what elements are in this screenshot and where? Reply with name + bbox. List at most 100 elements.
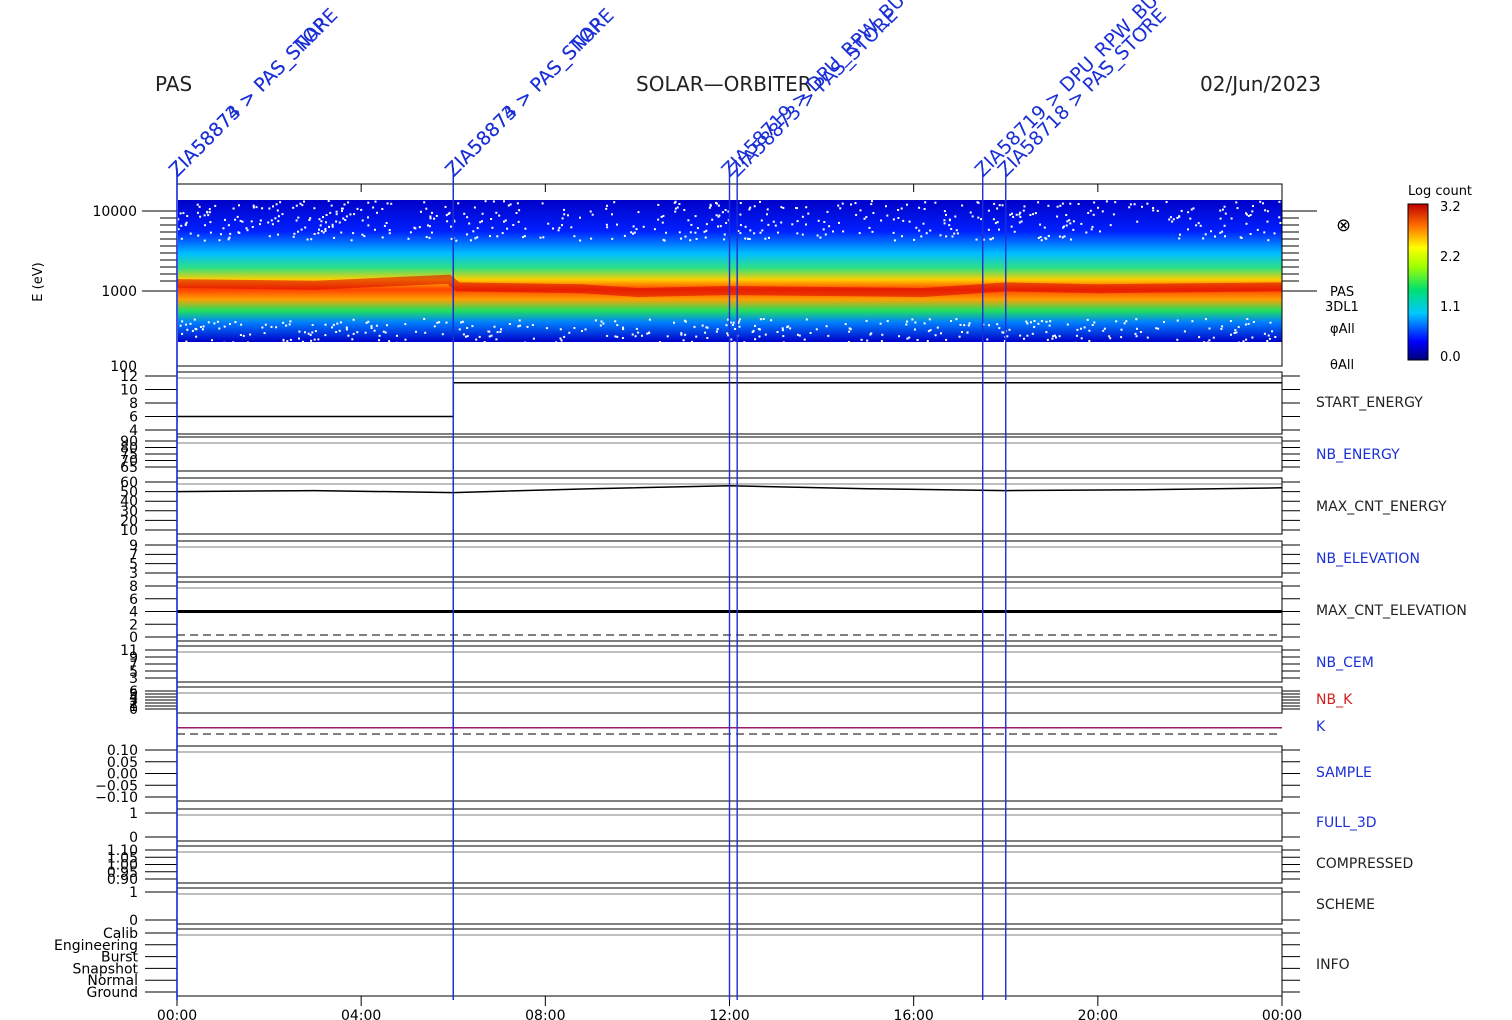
spectrogram-speck <box>1197 222 1200 225</box>
spectrogram-speck <box>817 219 820 222</box>
spectrogram-speck <box>180 237 183 240</box>
spectrogram-speck <box>1176 319 1179 322</box>
colorbar-tick-max: 3.2 <box>1440 200 1461 215</box>
spectrogram-speck <box>501 232 504 235</box>
spectrogram-speck <box>945 213 947 216</box>
spectrogram-speck <box>1034 212 1037 215</box>
spectrogram-speck <box>1037 237 1040 239</box>
spectrogram-speck <box>481 220 483 223</box>
spectrogram-speck <box>605 223 608 226</box>
spectrogram-speck <box>425 236 428 238</box>
spectrogram-speck <box>926 340 929 342</box>
spectrogram-speck <box>630 231 633 234</box>
side-label-phi: φAll <box>1330 322 1355 337</box>
spectrogram-speck <box>753 232 756 235</box>
spectrogram-speck <box>694 215 697 218</box>
spectrogram-speck <box>717 215 720 218</box>
spectrogram-speck <box>635 327 638 330</box>
spectrogram-speck <box>1252 205 1254 207</box>
spectrogram-speck <box>261 326 264 329</box>
spectrogram-speck <box>472 230 475 233</box>
spectrogram-speck <box>374 228 376 231</box>
spectrogram-speck <box>227 224 230 227</box>
spectrogram-speck <box>674 210 677 213</box>
spectrogram-speck <box>977 201 980 204</box>
spectrogram-speck <box>420 210 422 213</box>
spectrogram-speck <box>560 339 563 342</box>
spectrogram-speck <box>1156 209 1159 212</box>
spectrogram-speck <box>1266 220 1269 223</box>
spectrogram-speck <box>441 333 444 336</box>
spectrogram-speck <box>842 230 845 233</box>
spectrogram-speck <box>1165 201 1168 203</box>
event-label: ZIA58874 > PAS_SNAP <box>165 14 333 182</box>
event-markers: ZIA58873 > PAS_STOREZIA58874 > PAS_SNAP Z… <box>165 0 1189 1000</box>
spectrogram-speck <box>776 331 779 333</box>
spectrogram-speck <box>1221 325 1224 328</box>
spectrogram-speck <box>425 207 428 210</box>
spectrogram-speck <box>606 226 609 229</box>
spectrogram-speck <box>186 215 189 217</box>
spectrogram-speck <box>352 318 355 321</box>
spectrogram-speck <box>277 220 280 223</box>
spectrogram-speck <box>934 201 937 204</box>
spectrogram-speck <box>764 237 767 240</box>
spectrogram-speck <box>300 228 303 231</box>
spectrogram-speck <box>905 323 908 326</box>
spectrogram-speck <box>1090 228 1093 231</box>
spectrogram-speck <box>726 332 729 335</box>
spectrogram-speck <box>1267 239 1270 242</box>
spectrogram-speck <box>1019 334 1022 337</box>
mission-title: SOLAR—ORBITER <box>636 72 812 96</box>
spectrogram-speck <box>1037 322 1040 325</box>
spectrogram-speck <box>1102 329 1105 332</box>
spectrogram-speck <box>181 332 184 335</box>
spectrogram-speck <box>310 339 313 342</box>
spectrogram-speck <box>872 212 875 214</box>
spectrogram-speck <box>754 324 756 327</box>
spectrogram-speck <box>339 321 342 324</box>
spectrogram-speck <box>879 322 882 325</box>
spectrogram-speck <box>660 215 663 218</box>
spectrogram-speck <box>1157 327 1160 330</box>
spectrogram-speck <box>1069 202 1072 205</box>
spectrogram-speck <box>301 340 304 343</box>
spectrogram-speck <box>1030 321 1032 324</box>
spectrogram-speck <box>313 207 316 210</box>
spectrogram-speck <box>1204 233 1207 236</box>
spectrogram-speck <box>704 331 707 334</box>
spectrogram-speck <box>975 238 978 241</box>
spectrogram-speck <box>186 328 189 331</box>
spectrogram-speck <box>929 229 932 232</box>
spectrogram-speck <box>880 340 883 343</box>
spectrogram-speck <box>488 335 491 338</box>
spectrogram-speck <box>704 236 707 239</box>
spectrogram-speck <box>1015 213 1018 216</box>
spectrogram-speck <box>264 323 267 326</box>
spectrogram-speck <box>880 219 883 222</box>
spectrogram-speck <box>519 324 522 327</box>
spectrogram-speck <box>295 219 298 222</box>
spectrogram-speck <box>450 237 453 240</box>
spectrogram-speck <box>992 218 995 221</box>
panel-label: FULL_3D <box>1316 815 1377 831</box>
spectrogram-speck <box>870 203 873 206</box>
spectrogram-speck <box>343 203 346 206</box>
spectrogram-speck <box>1198 336 1201 339</box>
spectrogram-speck <box>959 323 962 326</box>
spectrogram-speck <box>1011 212 1013 215</box>
spectrogram-speck <box>381 236 384 239</box>
spectrogram-speck <box>1068 219 1071 222</box>
panel-tick-label: 65 <box>120 460 138 476</box>
spectrogram-speck <box>678 203 681 205</box>
spectrogram-speck <box>724 209 727 211</box>
spectrogram-speck <box>270 325 273 328</box>
spectrogram-speck <box>968 322 971 325</box>
spectrogram-speck <box>1249 233 1252 235</box>
spectrogram-speck <box>345 326 348 329</box>
spectrogram-speck <box>614 335 617 338</box>
spectrogram-speck <box>319 224 322 227</box>
y-axis-label: E (eV) <box>31 262 46 301</box>
side-label-3dl1: 3DL1 <box>1325 300 1359 315</box>
spectrogram-speck <box>1221 230 1224 233</box>
